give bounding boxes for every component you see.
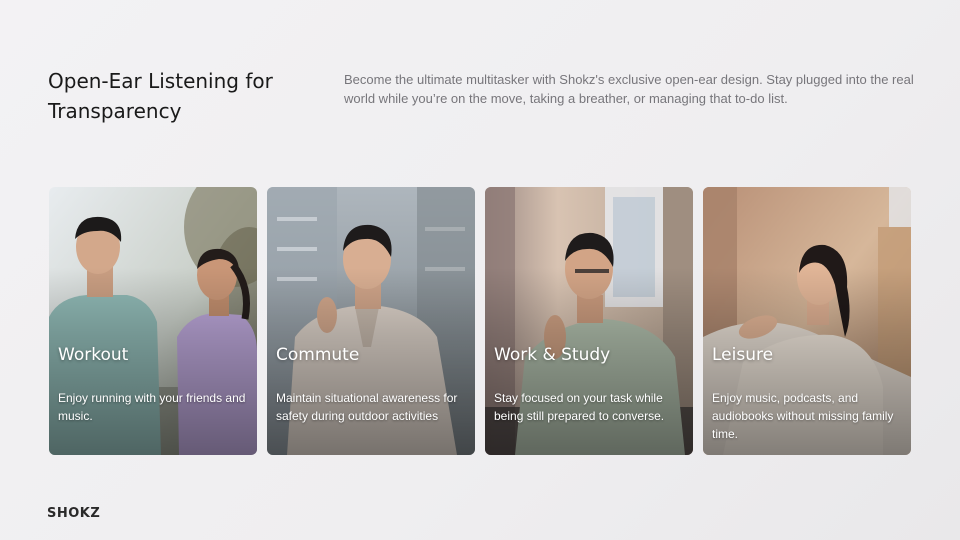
page-title: Open-Ear Listening for Transparency (48, 69, 273, 123)
shokz-logo: SHOKZ (47, 506, 100, 520)
card-title: Commute (276, 345, 360, 365)
intro-paragraph: Become the ultimate multitasker with Sho… (344, 72, 914, 106)
card-title: Work & Study (494, 345, 611, 365)
svg-text:SHOKZ: SHOKZ (47, 506, 100, 520)
card-leisure[interactable]: Leisure Enjoy music, podcasts, and audio… (703, 187, 911, 455)
card-workout[interactable]: Workout Enjoy running with your friends … (49, 187, 257, 455)
card-commute[interactable]: Commute Maintain situational awareness f… (267, 187, 475, 455)
card-work-study[interactable]: Work & Study Stay focused on your task w… (485, 187, 693, 455)
scenario-cards: Workout Enjoy running with your friends … (49, 187, 911, 455)
card-description: Enjoy music, podcasts, and audiobooks wi… (712, 391, 894, 441)
card-description: Enjoy running with your friends and musi… (58, 391, 246, 423)
card-title: Workout (58, 345, 129, 365)
card-description: Maintain situational awareness for safet… (276, 391, 458, 423)
card-description: Stay focused on your task while being st… (494, 391, 665, 423)
card-title: Leisure (712, 345, 774, 365)
